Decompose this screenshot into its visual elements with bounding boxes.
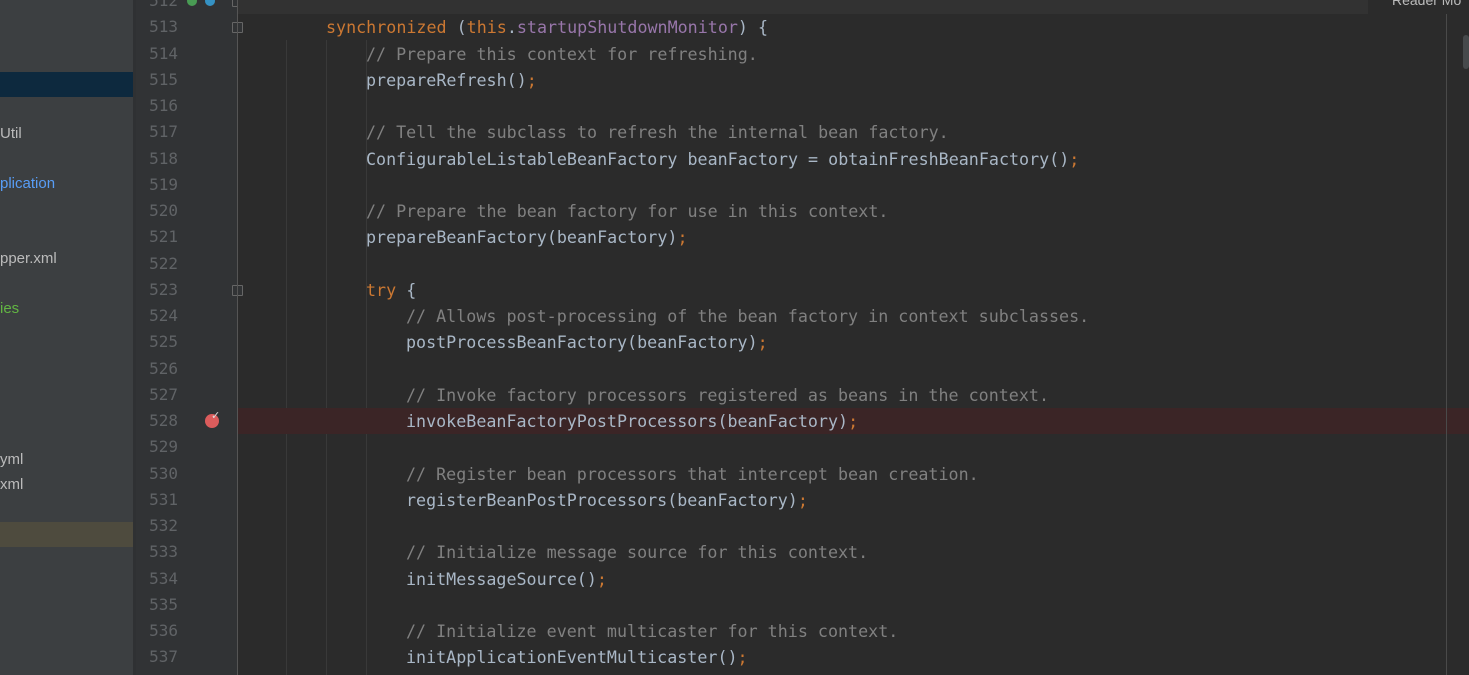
overrides-icon[interactable] <box>205 0 215 6</box>
line-number[interactable]: 523 <box>136 280 178 299</box>
code-token: ; <box>596 569 607 589</box>
line-number[interactable]: 521 <box>136 227 178 246</box>
line-number[interactable]: 515 <box>136 70 178 89</box>
tree-item[interactable] <box>0 72 133 97</box>
code-token: try <box>366 280 407 300</box>
tree-item[interactable]: xml <box>0 472 133 497</box>
line-number[interactable]: 536 <box>136 621 178 640</box>
code-line[interactable]: // Register bean processors that interce… <box>406 461 979 487</box>
tree-item[interactable] <box>0 522 133 547</box>
project-tree[interactable]: Util plication pper.xml ies yml xml <box>0 0 133 675</box>
line-number[interactable]: 533 <box>136 542 178 561</box>
code-line[interactable]: registerBeanPostProcessors(beanFactory); <box>406 487 808 513</box>
sticky-header <box>238 0 1368 14</box>
code-token: // Initialize message source for this co… <box>406 542 869 562</box>
code-token: ; <box>848 411 859 431</box>
line-number[interactable]: 529 <box>136 437 178 456</box>
code-token: synchronized <box>326 17 457 37</box>
code-line[interactable]: // Tell the subclass to refresh the inte… <box>366 119 949 145</box>
tree-item[interactable]: ies <box>0 296 133 321</box>
code-token: // Allows post-processing of the bean fa… <box>406 306 1090 326</box>
code-token: ; <box>797 490 808 510</box>
line-number[interactable]: 513 <box>136 17 178 36</box>
code-token: // Prepare the bean factory for use in t… <box>366 201 889 221</box>
code-line[interactable]: prepareBeanFactory(beanFactory); <box>366 224 688 250</box>
line-number[interactable]: 532 <box>136 516 178 535</box>
line-number[interactable]: 518 <box>136 149 178 168</box>
code-token: initMessageSource() <box>406 569 597 589</box>
code-token: ConfigurableListableBeanFactory beanFact… <box>366 149 1070 169</box>
code-line[interactable]: // Prepare this context for refreshing. <box>366 41 758 67</box>
line-number[interactable]: 517 <box>136 122 178 141</box>
code-line[interactable]: // Invoke factory processors registered … <box>406 382 1049 408</box>
reader-mode-button[interactable]: Reader Mo <box>1392 0 1461 8</box>
code-token: ; <box>526 70 537 90</box>
code-token: prepareRefresh() <box>366 70 527 90</box>
code-token: ) { <box>737 17 769 37</box>
code-line[interactable]: initApplicationEventMulticaster(); <box>406 644 748 670</box>
code-line[interactable]: // Allows post-processing of the bean fa… <box>406 303 1089 329</box>
line-number[interactable]: 514 <box>136 44 178 63</box>
code-token: registerBeanPostProcessors(beanFactory) <box>406 490 798 510</box>
code-line[interactable]: // Initialize message source for this co… <box>406 539 868 565</box>
line-number[interactable]: 524 <box>136 306 178 325</box>
code-token: // Initialize event multicaster for this… <box>406 621 899 641</box>
line-number[interactable]: 530 <box>136 464 178 483</box>
line-number[interactable]: 512 <box>136 0 178 10</box>
code-token: . <box>506 17 517 37</box>
tree-item[interactable]: plication <box>0 171 133 196</box>
code-token: this <box>466 17 507 37</box>
line-number[interactable]: 537 <box>136 647 178 666</box>
line-number[interactable]: 519 <box>136 175 178 194</box>
code-token: ( <box>456 17 467 37</box>
code-token: ; <box>1069 149 1080 169</box>
breakpoint-verified-icon: ✓ <box>211 409 221 422</box>
code-line[interactable]: synchronized (this.startupShutdownMonito… <box>326 14 768 40</box>
line-number[interactable]: 528 <box>136 411 178 430</box>
indent-guide <box>286 40 287 675</box>
line-number[interactable]: 525 <box>136 332 178 351</box>
code-line[interactable]: postProcessBeanFactory(beanFactory); <box>406 329 768 355</box>
line-number[interactable]: 520 <box>136 201 178 220</box>
line-number[interactable]: 535 <box>136 595 178 614</box>
code-token: ; <box>757 332 768 352</box>
code-token: { <box>406 280 417 300</box>
right-margin-guide <box>1446 14 1447 675</box>
code-token: // Invoke factory processors registered … <box>406 385 1049 405</box>
code-token: postProcessBeanFactory(beanFactory) <box>406 332 758 352</box>
line-number[interactable]: 534 <box>136 569 178 588</box>
indent-guide <box>326 40 327 675</box>
code-line[interactable]: invokeBeanFactoryPostProcessors(beanFact… <box>406 408 858 434</box>
code-line[interactable]: // Initialize event multicaster for this… <box>406 618 898 644</box>
implemented-icon[interactable] <box>187 0 197 6</box>
code-token: ; <box>677 227 688 247</box>
code-token: prepareBeanFactory(beanFactory) <box>366 227 678 247</box>
code-line[interactable]: try { <box>366 277 416 303</box>
code-line[interactable]: prepareRefresh(); <box>366 67 537 93</box>
line-number[interactable]: 527 <box>136 385 178 404</box>
tree-item[interactable]: Util <box>0 121 133 146</box>
code-line[interactable]: ConfigurableListableBeanFactory beanFact… <box>366 146 1079 172</box>
code-token: invokeBeanFactoryPostProcessors(beanFact… <box>406 411 849 431</box>
code-token: startupShutdownMonitor <box>516 17 738 37</box>
code-token: // Prepare this context for refreshing. <box>366 44 758 64</box>
code-token: initApplicationEventMulticaster() <box>406 647 738 667</box>
code-token: // Register bean processors that interce… <box>406 464 979 484</box>
line-number[interactable]: 516 <box>136 96 178 115</box>
tree-item[interactable]: yml <box>0 447 133 472</box>
code-token: // Tell the subclass to refresh the inte… <box>366 122 949 142</box>
code-line[interactable]: initMessageSource(); <box>406 566 607 592</box>
line-number[interactable]: 531 <box>136 490 178 509</box>
tree-item[interactable]: pper.xml <box>0 246 133 271</box>
line-number[interactable]: 522 <box>136 254 178 273</box>
scrollbar-thumb[interactable] <box>1463 35 1469 69</box>
code-line[interactable]: // Prepare the bean factory for use in t… <box>366 198 888 224</box>
fold-guide <box>237 0 238 675</box>
code-token: ; <box>737 647 748 667</box>
line-number[interactable]: 526 <box>136 359 178 378</box>
